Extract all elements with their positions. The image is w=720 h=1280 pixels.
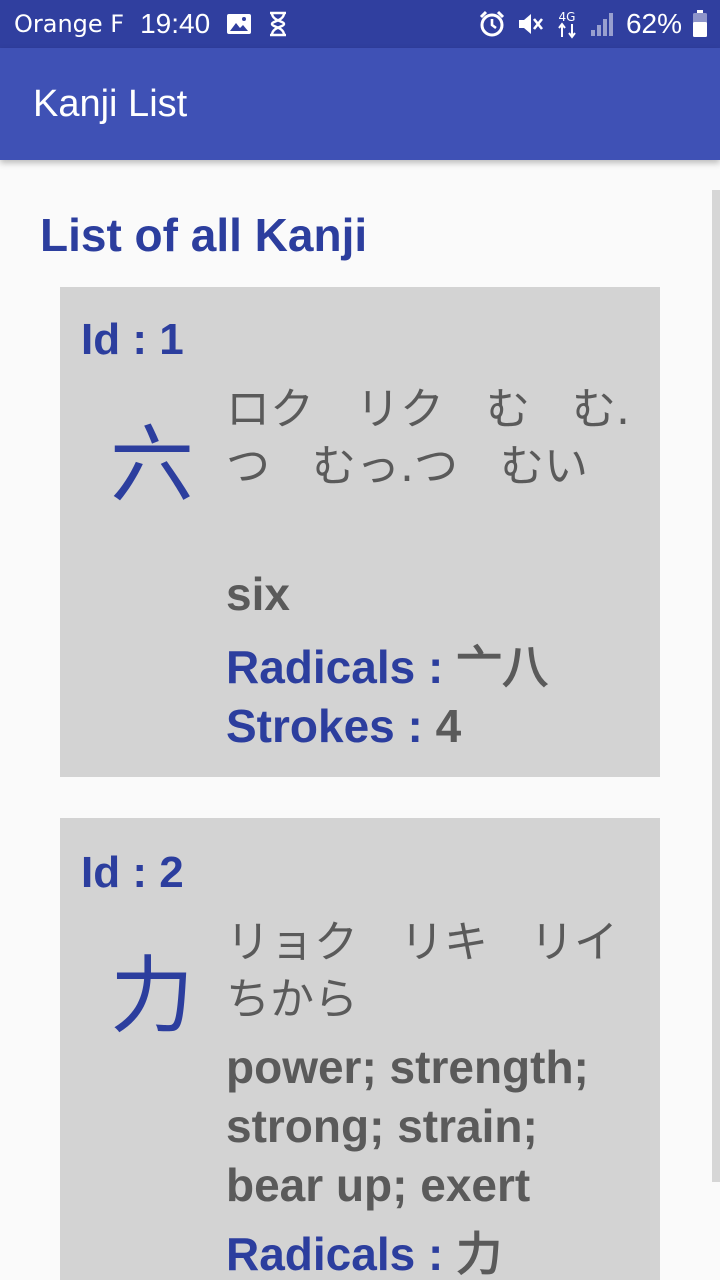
radicals-label: Radicals : — [226, 641, 457, 693]
radicals-value: 力 — [456, 1228, 503, 1280]
network-4g-icon: 4G — [554, 9, 580, 39]
kanji-meaning: power; strength; strong; strain; bear up… — [226, 1041, 589, 1211]
image-icon — [226, 13, 252, 35]
svg-text:4G: 4G — [558, 10, 575, 24]
status-bar: Orange F 19:40 4G 62% — [0, 0, 720, 48]
radicals-label: Radicals : — [226, 1228, 457, 1280]
kanji-card[interactable]: Id : 2 力 リョク リキ リイ ちから power; strength; … — [60, 818, 660, 1280]
mute-icon — [516, 10, 544, 38]
alarm-icon — [478, 10, 506, 38]
clock: 19:40 — [140, 8, 211, 39]
signal-icon — [590, 12, 616, 36]
kanji-id: Id : 1 — [81, 315, 184, 364]
kanji-character: 力 — [110, 947, 195, 1045]
kanji-id: Id : 2 — [81, 848, 184, 897]
app-bar: Kanji List — [0, 48, 720, 160]
radicals-value: 亠八 — [456, 641, 549, 693]
kanji-meaning: six — [226, 568, 290, 620]
kanji-strokes: Strokes : 4 — [226, 699, 461, 753]
kanji-readings: リョク リキ リイ ちから — [226, 917, 618, 1025]
kanji-readings: ロク リク む む.つ むっ.つ むい — [226, 384, 630, 492]
battery-icon — [692, 10, 708, 38]
battery-percent: 62% — [625, 8, 682, 39]
strokes-label: Strokes : — [226, 700, 436, 752]
kanji-radicals: Radicals : 力 — [226, 1218, 502, 1280]
list-heading: List of all Kanji — [40, 209, 368, 261]
app-title: Kanji List — [33, 82, 188, 125]
scrollbar[interactable] — [712, 190, 720, 1182]
hourglass-icon — [268, 11, 288, 37]
kanji-card[interactable]: Id : 1 六 ロク リク む む.つ むっ.つ むい six Radical… — [60, 287, 660, 777]
kanji-character: 六 — [110, 416, 195, 514]
strokes-value: 4 — [435, 700, 462, 752]
kanji-list-view[interactable]: List of all Kanji Id : 1 六 ロク リク む む.つ む… — [0, 160, 720, 1280]
kanji-radicals: Radicals : 亠八 — [226, 631, 548, 697]
carrier-name: Orange F — [14, 10, 125, 38]
